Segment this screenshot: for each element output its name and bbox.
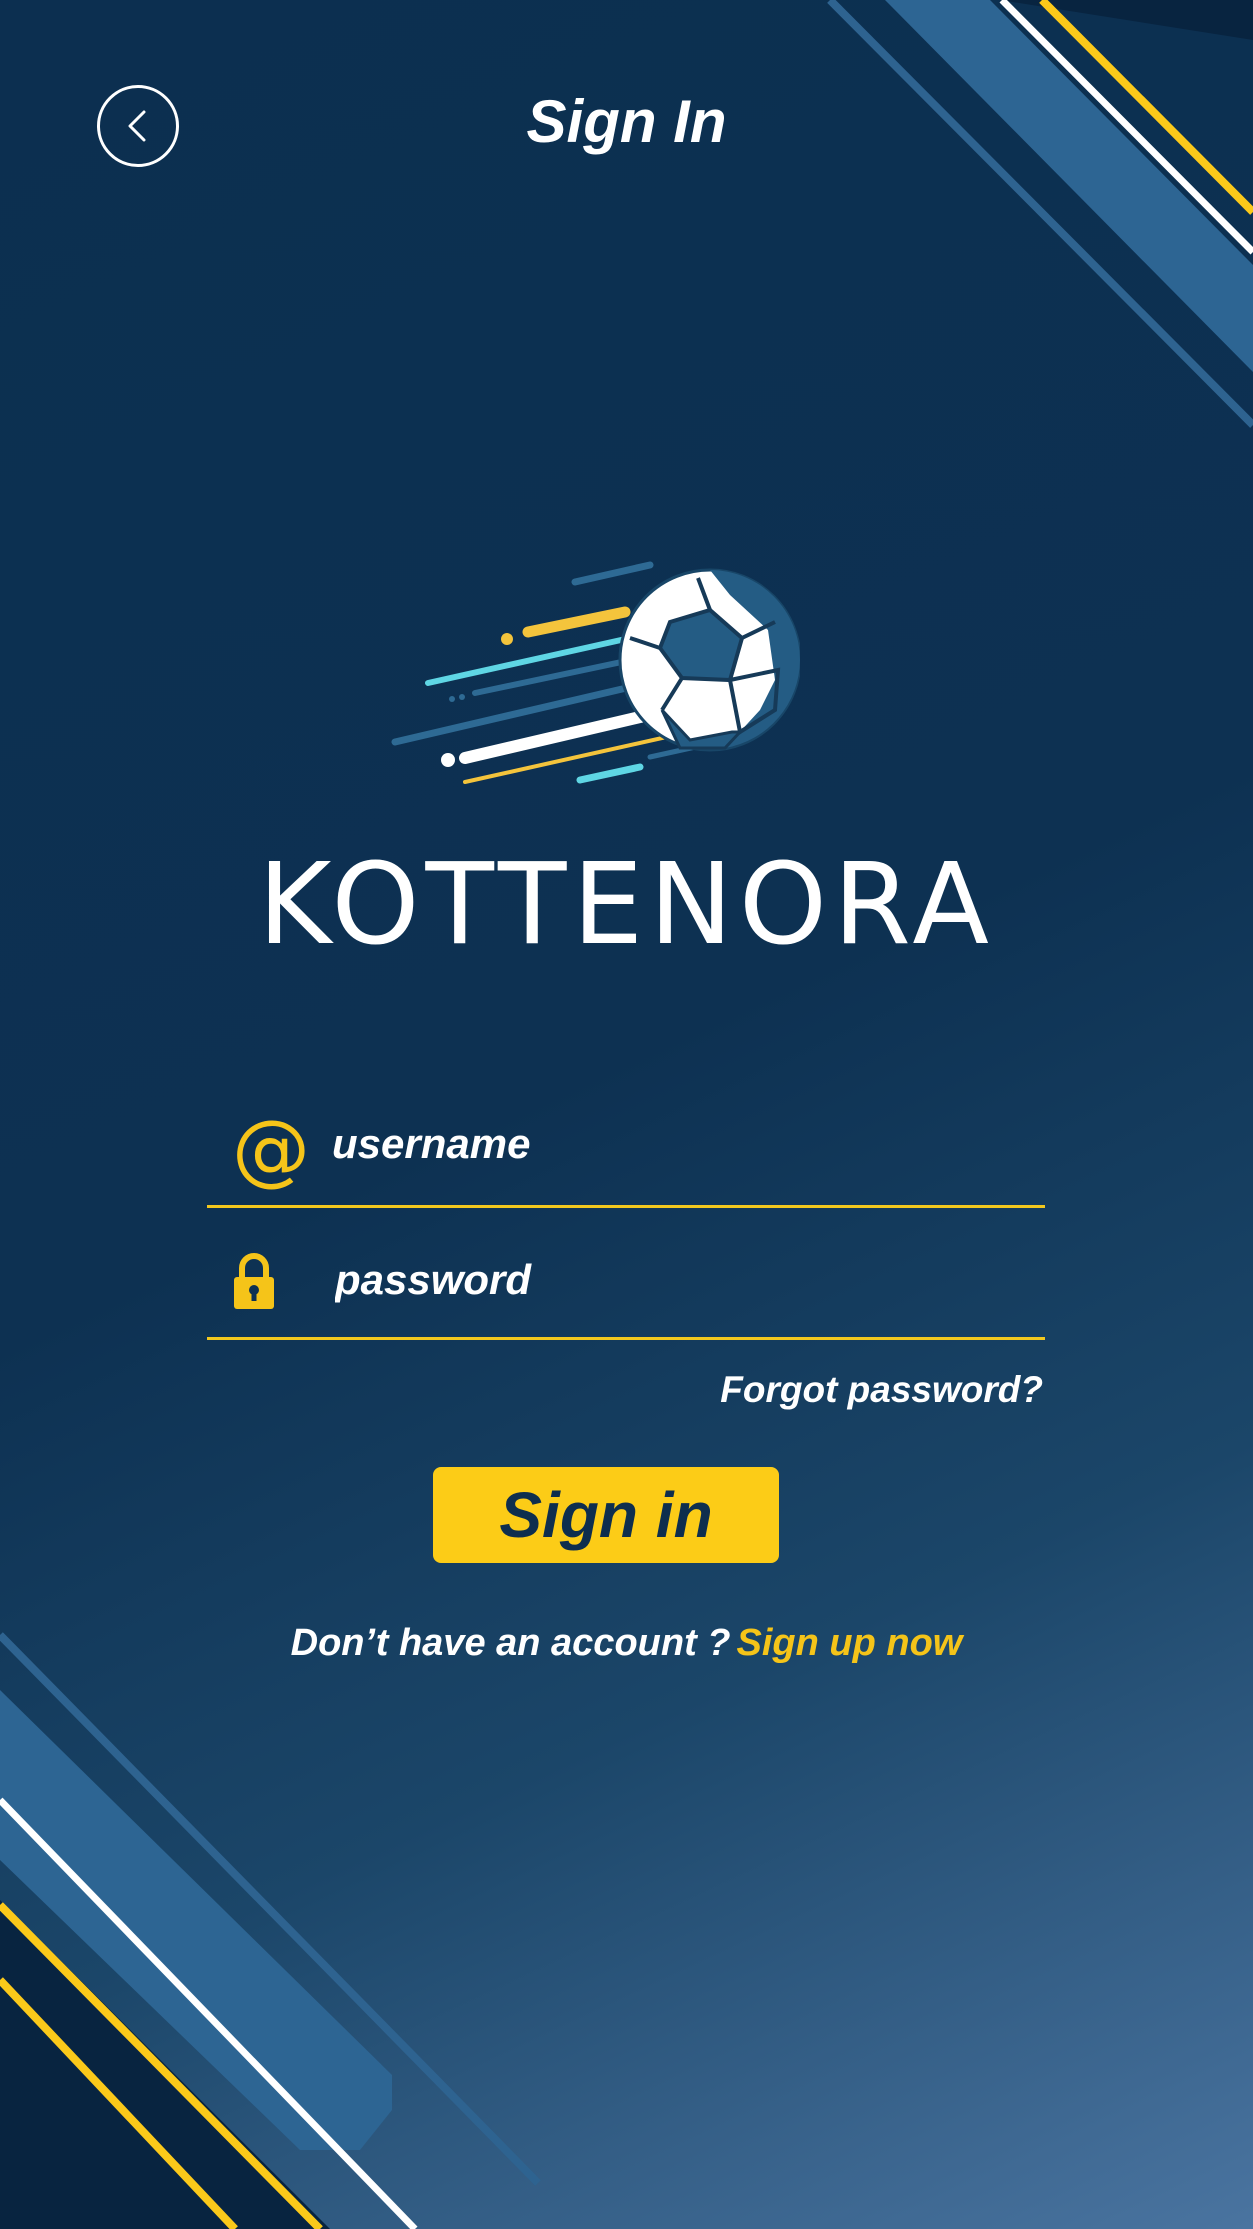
at-sign-icon: @: [232, 1105, 310, 1195]
sign-in-screen: Sign In KOTTENORA @ username Forgot pass…: [0, 0, 1253, 2229]
password-input[interactable]: [335, 1223, 1035, 1337]
signup-prompt: Don’t have an account ?: [290, 1622, 731, 1664]
username-input[interactable]: [332, 1083, 1032, 1205]
page-title: Sign In: [526, 88, 727, 155]
forgot-password-link[interactable]: Forgot password?: [720, 1365, 1043, 1415]
username-field: @: [207, 1083, 1045, 1208]
lock-icon: [232, 1251, 276, 1311]
brand-name: KOTTENORA: [258, 840, 995, 970]
signup-row: Don’t have an account ? Sign up now: [0, 1618, 1253, 1668]
soccer-ball-icon: [391, 561, 800, 784]
sign-in-button[interactable]: Sign in: [433, 1467, 779, 1563]
sign-up-link[interactable]: Sign up now: [737, 1622, 963, 1664]
password-field: [207, 1223, 1045, 1340]
stripe-wide-blue: [885, 0, 1253, 372]
